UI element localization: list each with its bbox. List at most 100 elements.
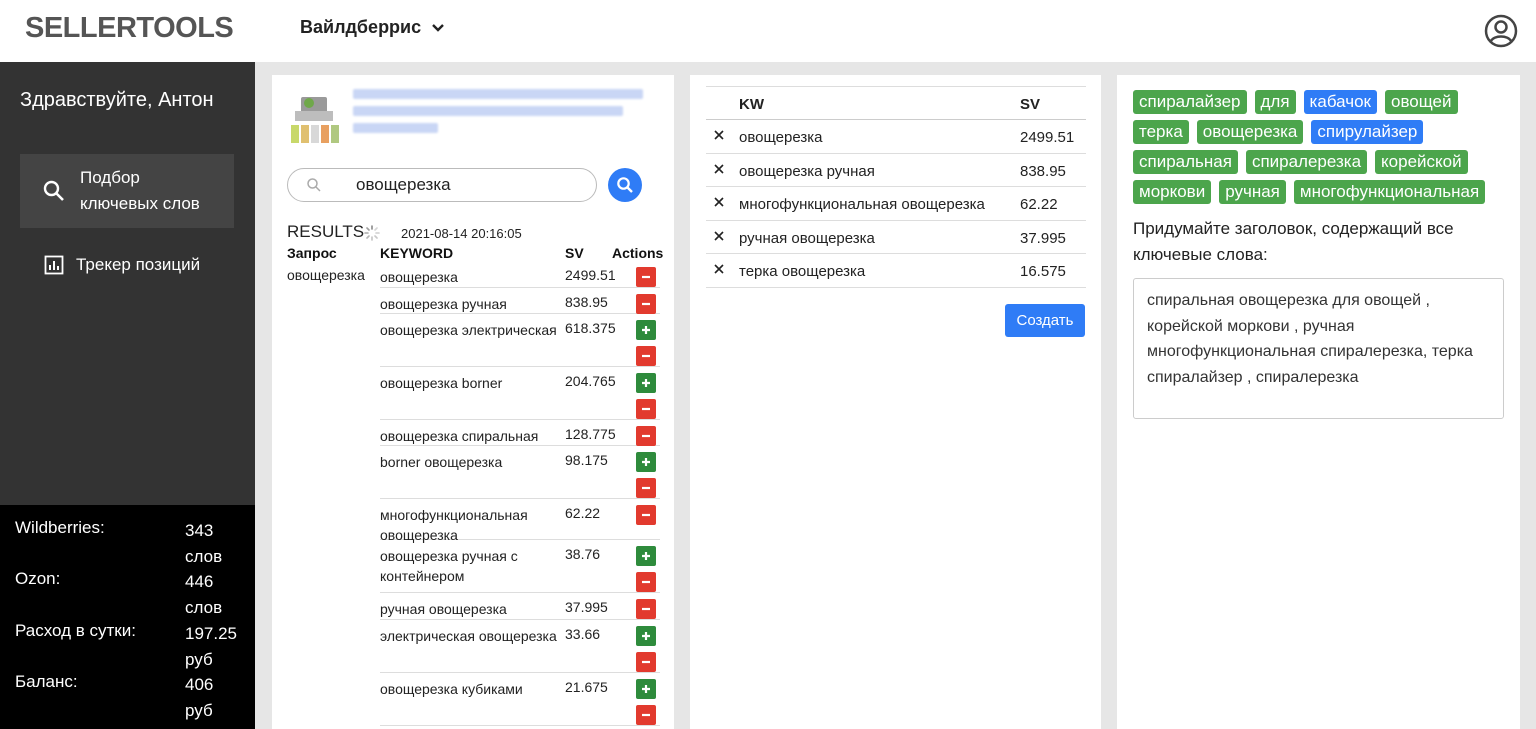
table-row: овощерезка кубиками 21.675 (380, 673, 660, 726)
add-button[interactable] (636, 373, 656, 393)
chart-icon (44, 255, 64, 275)
keyword-chip[interactable]: для (1254, 90, 1296, 114)
title-builder-panel: спиралайзер для кабачок овощей терка ово… (1117, 75, 1520, 729)
minus-icon (642, 407, 650, 411)
column-header-sv: SV (1020, 96, 1041, 113)
plus-icon (642, 326, 650, 334)
sidebar-item-position-tracker[interactable]: Трекер позиций (44, 252, 200, 278)
remove-button[interactable] (636, 705, 656, 725)
keyword-chip[interactable]: овощерезка (1196, 120, 1304, 144)
remove-button[interactable] (636, 346, 656, 366)
close-icon[interactable] (712, 229, 726, 243)
add-button[interactable] (636, 320, 656, 340)
keyword-chip[interactable]: спиралайзер (1133, 90, 1247, 114)
close-icon[interactable] (712, 162, 726, 176)
keyword-chip[interactable]: терка (1133, 120, 1189, 144)
sv-cell: 21.675 (565, 679, 608, 695)
search-button[interactable] (608, 168, 642, 202)
plus-icon (642, 458, 650, 466)
remove-button[interactable] (636, 599, 656, 619)
search-icon (617, 177, 633, 193)
minus-icon (642, 513, 650, 517)
search-input[interactable] (356, 175, 576, 195)
remove-button[interactable] (636, 505, 656, 525)
remove-button[interactable] (636, 426, 656, 446)
results-timestamp: 2021-08-14 20:16:05 (401, 226, 522, 241)
sv-cell: 62.22 (1020, 196, 1058, 213)
create-button[interactable]: Создать (1005, 304, 1085, 337)
search-field[interactable] (287, 168, 597, 202)
search-icon (307, 178, 321, 192)
keyword-cell: овощерезка (380, 269, 458, 285)
keyword-chip[interactable]: кабачок (1303, 90, 1377, 114)
table-row: ручная овощерезка 37.995 (380, 593, 660, 620)
column-header-actions: Actions (612, 245, 664, 261)
keyword-chip[interactable]: ручная (1219, 180, 1286, 204)
logo[interactable]: SELLERTOOLS (25, 12, 234, 45)
add-button[interactable] (636, 626, 656, 646)
minus-icon (642, 354, 650, 358)
remove-button[interactable] (636, 399, 656, 419)
keyword-chip[interactable]: овощей (1385, 90, 1458, 114)
keyword-cell: электрическая овощерезка (380, 628, 557, 644)
title-prompt: Придумайте заголовок, содержащий все клю… (1133, 219, 1454, 264)
close-icon[interactable] (712, 195, 726, 209)
add-button[interactable] (636, 679, 656, 699)
kw-cell: многофункциональная овощерезка (739, 196, 985, 213)
table-row: овощерезка спиральная 128.775 (380, 420, 660, 446)
column-header-keyword: KEYWORD (380, 245, 454, 261)
sidebar: Здравствуйте, Антон Подбор ключевых слов… (0, 62, 255, 505)
query-cell: овощерезка (287, 267, 365, 283)
keyword-chip[interactable]: корейской (1375, 150, 1468, 174)
user-account-icon[interactable] (1484, 14, 1518, 48)
marketplace-selector[interactable]: Вайлдберрис (300, 17, 445, 38)
keyword-chip[interactable]: многофункциональная (1293, 180, 1486, 204)
sv-cell: 38.76 (565, 546, 601, 562)
remove-button[interactable] (636, 267, 656, 287)
add-button[interactable] (636, 452, 656, 472)
table-header: KW SV (706, 86, 1086, 120)
remove-button[interactable] (636, 652, 656, 672)
stat-value: 343 слов (185, 521, 223, 566)
keyword-search-panel: RESULTS 2021-08-14 20:16:05 Запрос KEYWO… (272, 75, 674, 729)
table-row: терка овощерезка 16.575 (706, 254, 1086, 288)
keyword-cell: borner овощерезка (380, 454, 503, 470)
sv-cell: 37.995 (1020, 229, 1066, 247)
sv-cell: 838.95 (1020, 162, 1066, 180)
table-row: овощерезка ручная 838.95 (380, 288, 660, 314)
sidebar-item-label: Подбор ключевых слов (80, 168, 200, 213)
keyword-chip[interactable]: спиральная (1133, 150, 1238, 174)
table-row: многофункциональная овощерезка 62.22 (380, 499, 660, 543)
product-title-blurred (353, 89, 643, 99)
add-button[interactable] (636, 546, 656, 566)
sv-cell: 618.375 (565, 320, 616, 336)
close-icon[interactable] (712, 262, 726, 276)
top-bar: SELLERTOOLS Вайлдберрис (0, 0, 1536, 62)
column-header-query: Запрос (287, 245, 337, 261)
keyword-chip[interactable]: спиралерезка (1245, 150, 1368, 174)
keyword-chips: спиралайзер для кабачок овощей терка ово… (1133, 90, 1513, 204)
table-row: овощерезка электрическая 618.375 (380, 314, 660, 367)
remove-button[interactable] (636, 572, 656, 592)
remove-button[interactable] (636, 294, 656, 314)
keyword-cell: овощерезка ручная (380, 296, 507, 312)
sidebar-item-keyword-selection[interactable]: Подбор ключевых слов (20, 154, 234, 228)
sv-cell: 62.22 (565, 505, 601, 521)
keyword-cell: овощерезка спиральная (380, 428, 539, 444)
column-header-sv: SV (565, 245, 584, 261)
product-thumbnail[interactable] (287, 91, 341, 151)
greeting: Здравствуйте, Антон (20, 89, 214, 111)
keyword-cell: овощерезка электрическая (380, 322, 557, 338)
kw-cell: ручная овощерезка (739, 229, 875, 247)
table-row: овощерезка borner 204.765 (380, 367, 660, 420)
keyword-chip[interactable]: спирулайзер (1311, 120, 1424, 144)
stat-label: Ozon: (15, 569, 61, 588)
title-textarea[interactable]: спиральная овощерезка для овощей , корей… (1133, 278, 1504, 419)
close-icon[interactable] (712, 128, 726, 142)
table-row: borner овощерезка 98.175 (380, 446, 660, 499)
keyword-chip[interactable]: моркови (1133, 180, 1212, 204)
column-header-kw: KW (739, 96, 764, 113)
minus-icon (642, 580, 650, 584)
remove-button[interactable] (636, 478, 656, 498)
sv-cell: 16.575 (1020, 263, 1066, 280)
